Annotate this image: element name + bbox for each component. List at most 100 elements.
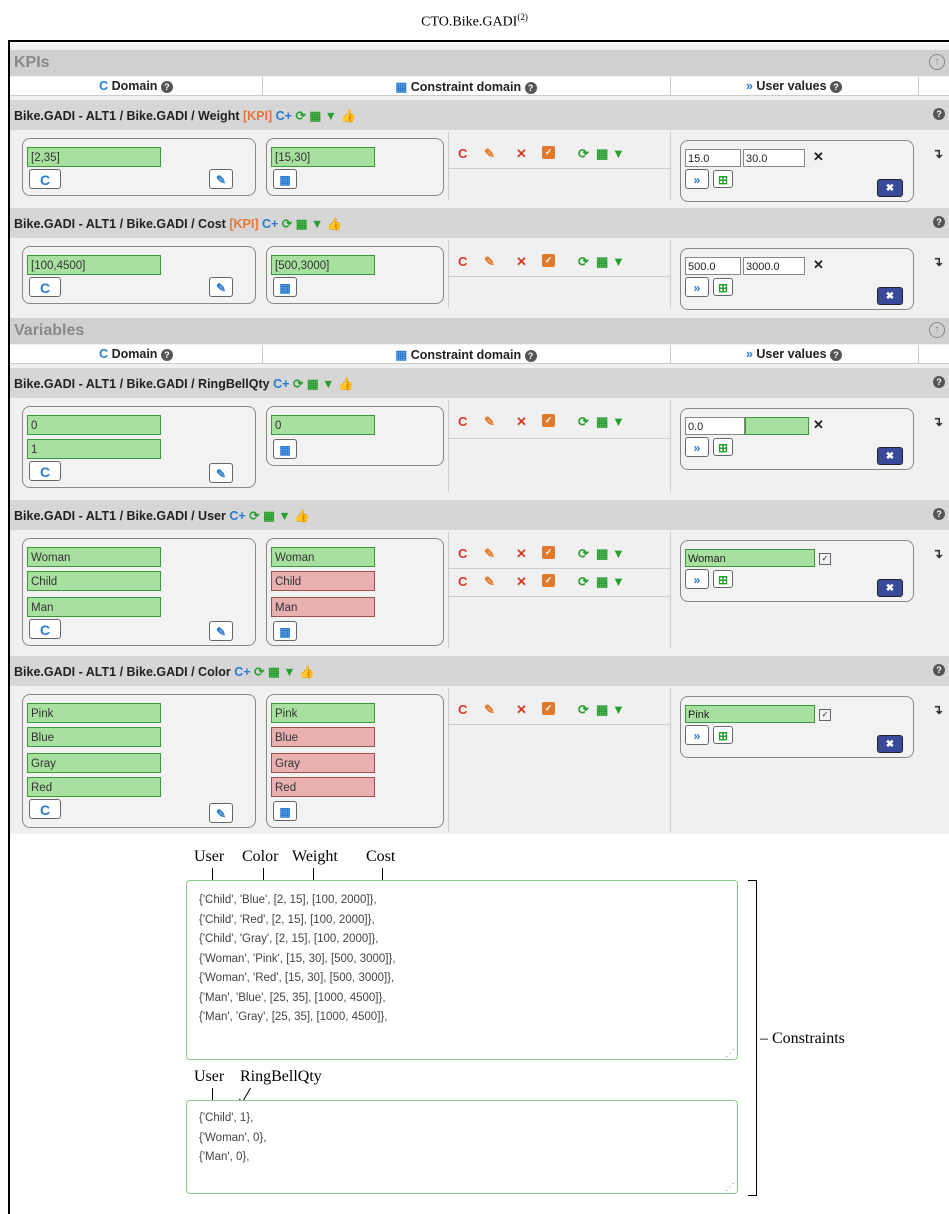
constraint-value[interactable]: [500,3000]: [271, 255, 375, 275]
help-icon[interactable]: ?: [933, 376, 945, 388]
edit-icon[interactable]: ✎: [484, 702, 495, 718]
add-icon[interactable]: C+: [273, 377, 289, 391]
refresh-button[interactable]: C: [29, 799, 61, 819]
filter-icon[interactable]: ▼: [612, 146, 625, 161]
domain-value[interactable]: Man: [27, 597, 161, 617]
apply-button[interactable]: »: [685, 277, 709, 297]
c-icon[interactable]: C: [458, 546, 467, 561]
domain-value[interactable]: [2,35]: [27, 147, 161, 167]
remove-button[interactable]: ✖: [877, 447, 903, 465]
refresh-button[interactable]: C: [29, 461, 61, 481]
collapse-icon[interactable]: ↑: [929, 54, 945, 70]
check-icon[interactable]: ✓: [542, 574, 555, 587]
delete-icon[interactable]: ✕: [516, 146, 527, 162]
domain-value[interactable]: Blue: [27, 727, 161, 747]
add-icon[interactable]: C+: [234, 665, 250, 679]
remove-button[interactable]: ✖: [877, 287, 903, 305]
help-icon[interactable]: ?: [933, 664, 945, 676]
resize-handle-icon[interactable]: ⋰: [725, 1182, 735, 1193]
c-icon[interactable]: C: [458, 574, 467, 589]
help-icon[interactable]: ?: [160, 348, 173, 361]
calculator-button[interactable]: ▦: [273, 439, 297, 459]
add-value-button[interactable]: ⊞: [713, 726, 733, 744]
filter-icon[interactable]: ▼: [612, 546, 625, 561]
calculator-button[interactable]: ▦: [273, 277, 297, 297]
user-value-min[interactable]: 500.0: [685, 257, 741, 275]
calc-icon[interactable]: ▦: [596, 546, 608, 562]
calculator-button[interactable]: ▦: [273, 169, 297, 189]
delete-icon[interactable]: ✕: [516, 254, 527, 270]
user-value-max[interactable]: 30.0: [743, 149, 805, 167]
c-icon[interactable]: C: [458, 146, 467, 161]
sync-icon[interactable]: ⟳: [578, 546, 589, 562]
edit-icon[interactable]: ✎: [484, 254, 495, 270]
help-icon[interactable]: ?: [524, 349, 537, 362]
delete-icon[interactable]: ✕: [516, 574, 527, 590]
edit-button[interactable]: ✎: [209, 277, 233, 297]
filter-icon[interactable]: ▼: [612, 702, 625, 717]
add-value-button[interactable]: ⊞: [713, 570, 733, 588]
clear-icon[interactable]: ✕: [813, 257, 824, 273]
constraints-textarea-1[interactable]: {'Child', 'Blue', [2, 15], [100, 2000]},…: [186, 880, 738, 1060]
constraint-value-excluded[interactable]: Child: [271, 571, 375, 591]
edit-icon[interactable]: ✎: [484, 574, 495, 590]
toolbar-icons[interactable]: ⟳ ▦ ▼ 👍: [249, 509, 310, 523]
check-icon[interactable]: ✓: [542, 702, 555, 715]
add-icon[interactable]: C+: [229, 509, 245, 523]
apply-button[interactable]: »: [685, 725, 709, 745]
filter-icon[interactable]: ▼: [612, 574, 625, 589]
clear-icon[interactable]: ✕: [813, 417, 824, 433]
remove-button[interactable]: ✖: [877, 735, 903, 753]
filter-icon[interactable]: ▼: [612, 254, 625, 269]
help-icon[interactable]: ?: [933, 216, 945, 228]
sync-icon[interactable]: ⟳: [578, 414, 589, 430]
toolbar-icons[interactable]: ⟳ ▦ ▼ 👍: [254, 665, 315, 679]
delete-icon[interactable]: ✕: [516, 546, 527, 562]
domain-value[interactable]: 0: [27, 415, 161, 435]
constraint-value-excluded[interactable]: Man: [271, 597, 375, 617]
user-value-max[interactable]: 3000.0: [743, 257, 805, 275]
apply-button[interactable]: »: [685, 169, 709, 189]
constraint-value-excluded[interactable]: Gray: [271, 753, 375, 773]
resize-handle-icon[interactable]: ⋰: [725, 1048, 735, 1059]
check-icon[interactable]: ✓: [542, 546, 555, 559]
sync-icon[interactable]: ⟳: [578, 574, 589, 590]
remove-button[interactable]: ✖: [877, 579, 903, 597]
help-icon[interactable]: ?: [830, 348, 843, 361]
calc-icon[interactable]: ▦: [596, 574, 608, 590]
constraint-value[interactable]: 0: [271, 415, 375, 435]
constraint-value[interactable]: [15,30]: [271, 147, 375, 167]
calc-icon[interactable]: ▦: [596, 146, 608, 162]
toolbar-icons[interactable]: ⟳ ▦ ▼ 👍: [293, 377, 354, 391]
help-icon[interactable]: ?: [933, 108, 945, 120]
sync-icon[interactable]: ⟳: [578, 146, 589, 162]
domain-value[interactable]: Woman: [27, 547, 161, 567]
c-icon[interactable]: C: [458, 702, 467, 717]
edit-icon[interactable]: ✎: [484, 146, 495, 162]
add-icon[interactable]: C+: [262, 217, 278, 231]
help-icon[interactable]: ?: [830, 80, 843, 93]
edit-button[interactable]: ✎: [209, 621, 233, 641]
row-arrow-icon[interactable]: ↴: [932, 414, 943, 430]
check-icon[interactable]: ✓: [542, 254, 555, 267]
add-icon[interactable]: C+: [276, 109, 292, 123]
constraint-value[interactable]: Pink: [271, 703, 375, 723]
apply-button[interactable]: »: [685, 569, 709, 589]
collapse-icon[interactable]: ↑: [929, 322, 945, 338]
row-arrow-icon[interactable]: ↴: [932, 546, 943, 562]
check-icon[interactable]: ✓: [542, 414, 555, 427]
constraint-value-excluded[interactable]: Blue: [271, 727, 375, 747]
user-value-min[interactable]: 15.0: [685, 149, 741, 167]
constraint-value-excluded[interactable]: Red: [271, 777, 375, 797]
remove-button[interactable]: ✖: [877, 179, 903, 197]
refresh-button[interactable]: C: [29, 277, 61, 297]
add-value-button[interactable]: ⊞: [713, 278, 733, 296]
delete-icon[interactable]: ✕: [516, 702, 527, 718]
help-icon[interactable]: ?: [524, 81, 537, 94]
row-arrow-icon[interactable]: ↴: [932, 146, 943, 162]
variables-section-header[interactable]: Variables ↑: [10, 318, 949, 344]
user-value[interactable]: Pink: [685, 705, 815, 723]
refresh-button[interactable]: C: [29, 619, 61, 639]
clear-icon[interactable]: ✕: [813, 149, 824, 165]
calculator-button[interactable]: ▦: [273, 801, 297, 821]
